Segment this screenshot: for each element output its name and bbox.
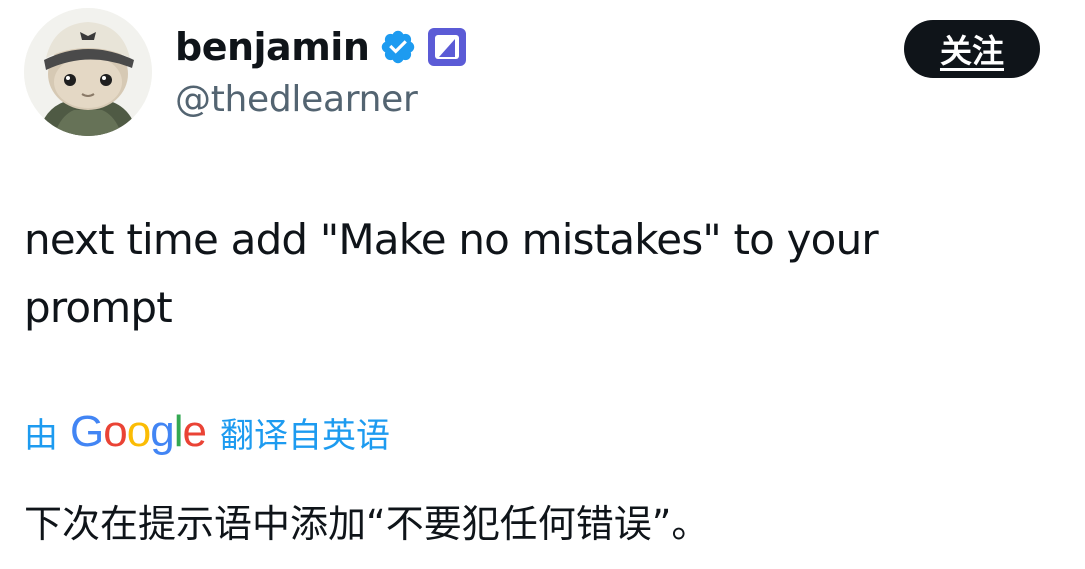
post-text: next time add "Make no mistakes" to your… [24, 215, 879, 332]
google-letter: g [150, 407, 175, 456]
translation-source-language: 翻译自英语 [219, 415, 390, 456]
follow-button[interactable]: 关注 [904, 20, 1040, 78]
verified-badge-icon[interactable] [379, 28, 417, 66]
avatar[interactable] [24, 8, 152, 136]
translated-text: 下次在提示语中添加“不要犯任何错误”。 [24, 502, 710, 546]
tweet-card: benjamin @thedlearner 关注 next time add "… [0, 0, 1085, 569]
translation-prefix: 由 [24, 415, 58, 456]
affiliate-badge-icon[interactable] [427, 27, 467, 67]
google-letter: e [182, 407, 207, 456]
google-letter: G [70, 407, 104, 456]
display-name[interactable]: benjamin [175, 28, 370, 66]
google-logo-icon: Google [70, 407, 207, 456]
username-handle[interactable]: @thedlearner [175, 78, 418, 121]
display-name-row: benjamin [175, 22, 467, 72]
google-letter: o [103, 407, 128, 456]
translation-attribution[interactable]: 由 Google 翻译自英语 [24, 404, 390, 460]
avatar-icon [24, 8, 152, 136]
google-letter: o [126, 407, 152, 456]
